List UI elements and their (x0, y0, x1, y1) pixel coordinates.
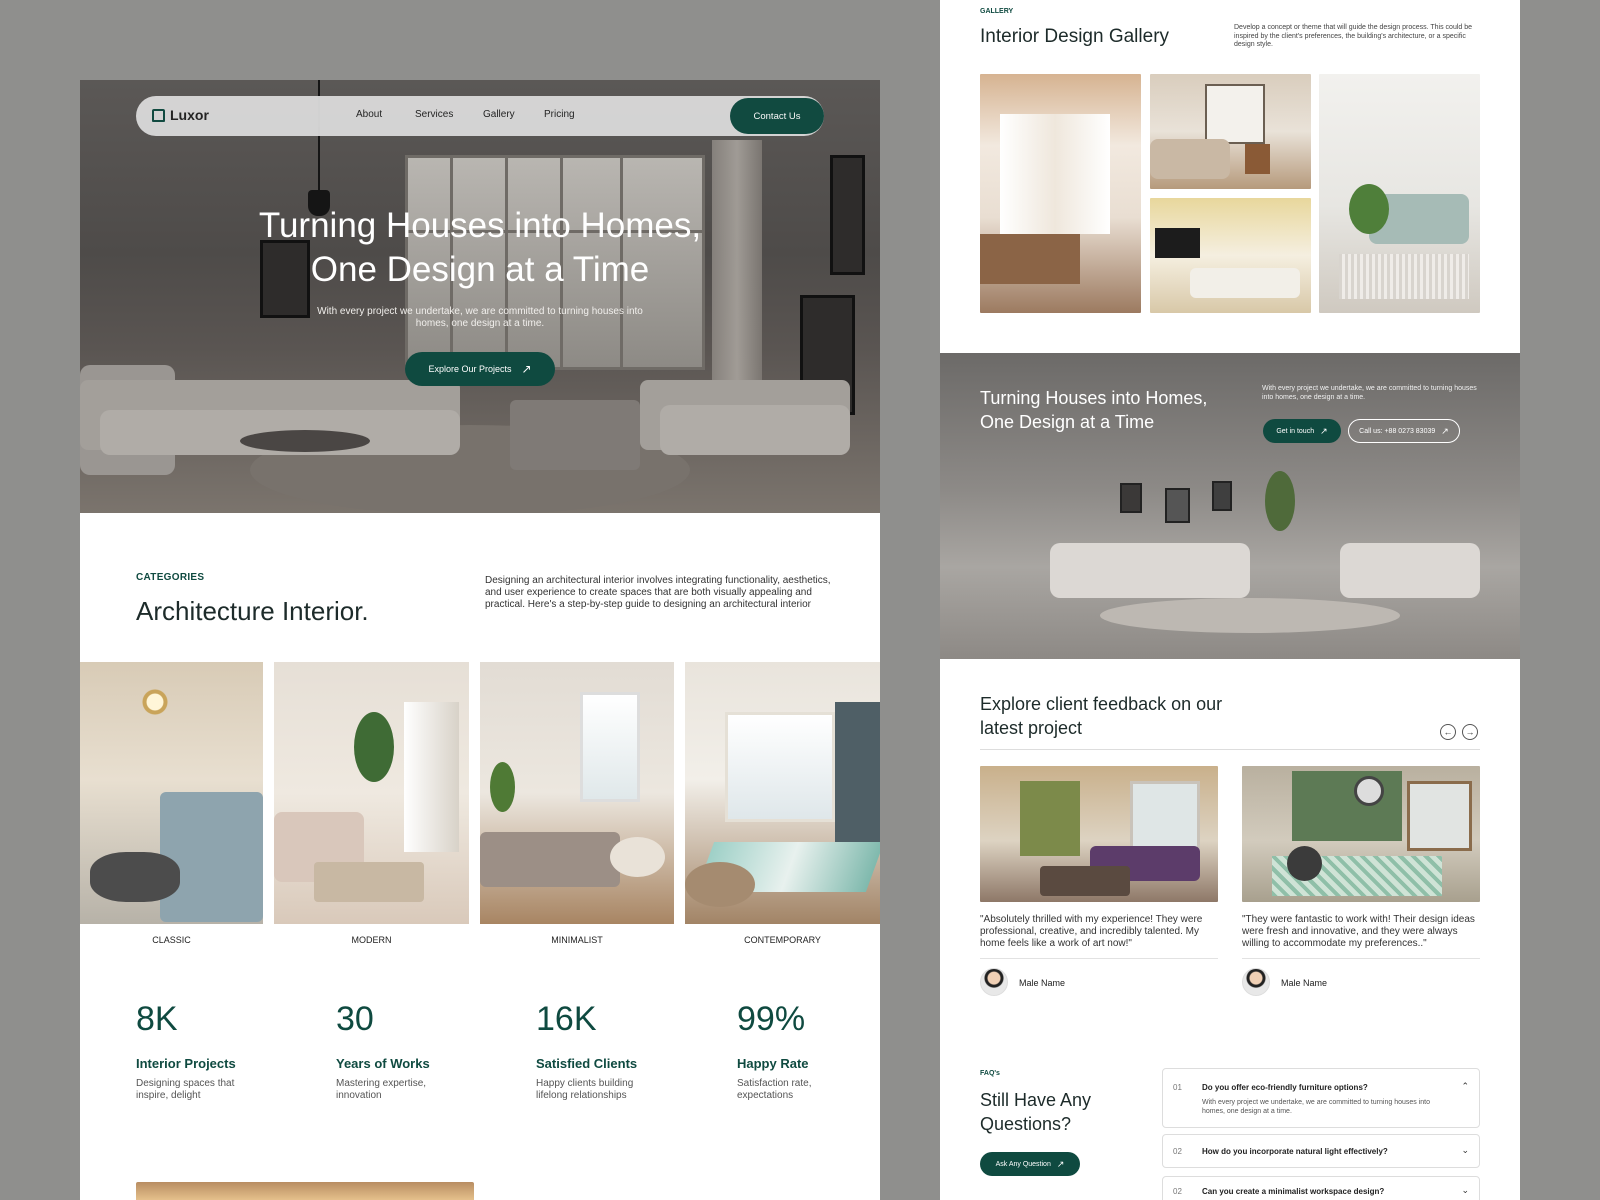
divider (980, 958, 1218, 959)
contact-us-button[interactable]: Contact Us (730, 98, 824, 134)
hero-section: Luxor About Services Gallery Pricing Con… (80, 80, 880, 513)
faq-number: 02 (1173, 1187, 1182, 1196)
coffee-table-image (240, 430, 370, 452)
avatar (980, 968, 1008, 996)
room-image-classic[interactable] (80, 662, 263, 924)
ask-question-button[interactable]: Ask Any Question ↗ (980, 1152, 1080, 1176)
get-in-touch-button[interactable]: Get in touch ↗ (1263, 419, 1341, 443)
room-image-modern[interactable] (274, 662, 469, 924)
call-us-button[interactable]: Call us: +88 0273 83039 ↗ (1348, 419, 1460, 443)
avatar (1242, 968, 1270, 996)
stat-title: Years of Works (336, 1056, 430, 1071)
testimonial-quote: "They were fantastic to work with! Their… (1242, 914, 1475, 949)
faq-title: Still Have Any Questions? (980, 1090, 1092, 1134)
stat-title: Interior Projects (136, 1056, 236, 1071)
arrow-up-right-icon: ↗ (1056, 1158, 1065, 1169)
feedback-title-line1: Explore client feedback on our (980, 694, 1223, 714)
stat-value: 16K (536, 1000, 597, 1038)
brand-logo[interactable]: Luxor (152, 107, 209, 123)
room-label-minimalist: MINIMALIST (551, 935, 603, 945)
nav-link-gallery[interactable]: Gallery (483, 109, 515, 120)
faq-number: 01 (1173, 1083, 1182, 1092)
stat-value: 8K (136, 1000, 178, 1038)
gallery-image-reading-corner[interactable] (1319, 74, 1480, 313)
room-image-contemporary[interactable] (685, 662, 880, 924)
brand-name: Luxor (170, 107, 209, 123)
categories-tag: CATEGORIES (136, 572, 205, 583)
next-section-image (136, 1182, 474, 1200)
gallery-image-living[interactable] (1150, 74, 1311, 189)
landing-page: Luxor About Services Gallery Pricing Con… (80, 80, 880, 1200)
faq-answer: With every project we undertake, we are … (1202, 1099, 1430, 1115)
hero-subtitle: With every project we undertake, we are … (317, 306, 643, 329)
home-logo-icon (152, 109, 165, 122)
faq-question: How do you incorporate natural light eff… (1202, 1147, 1388, 1156)
ottoman-image (510, 400, 640, 470)
gallery-image-lounge[interactable] (1150, 198, 1311, 313)
feedback-title-line2: latest project (980, 718, 1083, 738)
room-label-modern: MODERN (351, 935, 392, 945)
ask-question-label: Ask Any Question (995, 1160, 1051, 1168)
stat-description: Happy clients building lifelong relation… (536, 1078, 634, 1101)
stat-title: Happy Rate (737, 1056, 809, 1071)
categories-description: Designing an architectural interior invo… (485, 575, 831, 610)
stat-value: 30 (336, 1000, 374, 1038)
faq-question: Can you create a minimalist workspace de… (1202, 1187, 1385, 1196)
gallery-page: GALLERY Interior Design Gallery Develop … (940, 0, 1520, 1200)
faq-item-expanded[interactable]: 01 Do you offer eco-friendly furniture o… (1162, 1068, 1480, 1128)
stat-description: Satisfaction rate, expectations (737, 1078, 812, 1101)
hero-title-line1: Turning Houses into Homes, (258, 206, 702, 245)
stat-description: Designing spaces that inspire, delight (136, 1078, 235, 1101)
gallery-tag: GALLERY (980, 8, 1014, 15)
explore-button-label: Explore Our Projects (428, 364, 512, 374)
divider (980, 749, 1480, 750)
room-label-contemporary: CONTEMPORARY (744, 935, 821, 945)
arrow-up-right-icon: ↗ (1441, 425, 1449, 436)
chevron-down-icon[interactable]: ⌄ (1461, 1145, 1469, 1156)
get-in-touch-label: Get in touch (1276, 427, 1315, 435)
gallery-image-bedroom[interactable] (980, 74, 1141, 313)
arrow-up-right-icon: ↗ (1320, 425, 1328, 436)
call-us-label: Call us: +88 0273 83039 (1359, 427, 1436, 435)
faq-item[interactable]: 02 Can you create a minimalist workspace… (1162, 1176, 1480, 1200)
feedback-image-1 (980, 766, 1218, 902)
reviewer-name: Male Name (1019, 978, 1066, 988)
hero-title-line2: One Design at a Time (310, 250, 650, 289)
nav-link-pricing[interactable]: Pricing (544, 109, 575, 120)
faq-tag: FAQ's (980, 1070, 1000, 1077)
stat-description: Mastering expertise, innovation (336, 1078, 427, 1101)
room-image-minimalist[interactable] (480, 662, 674, 924)
faq-number: 02 (1173, 1147, 1182, 1156)
wall-art-image (830, 155, 865, 275)
chevron-up-icon[interactable]: ⌃ (1461, 1081, 1469, 1092)
testimonial-quote: "Absolutely thrilled with my experience!… (980, 914, 1203, 949)
chevron-down-icon[interactable]: ⌄ (1461, 1185, 1469, 1196)
stat-title: Satisfied Clients (536, 1056, 638, 1071)
cta-section: Turning Houses into Homes, One Design at… (940, 353, 1520, 659)
cta-description: With every project we undertake, we are … (1262, 385, 1477, 401)
arrow-up-right-icon: ↗ (521, 362, 532, 376)
top-navbar: Luxor About Services Gallery Pricing Con… (136, 96, 824, 136)
gallery-title: Interior Design Gallery (980, 26, 1170, 47)
reviewer-name: Male Name (1281, 978, 1328, 988)
stat-value: 99% (737, 1000, 806, 1038)
gallery-description: Develop a concept or theme that will gui… (1234, 24, 1473, 48)
hero-title: Turning Houses into Homes, One Design at… (180, 204, 780, 292)
arrow-right-icon[interactable]: → (1462, 724, 1478, 740)
divider (1242, 958, 1480, 959)
nav-link-services[interactable]: Services (415, 109, 453, 120)
explore-projects-button[interactable]: Explore Our Projects ↗ (405, 352, 555, 386)
nav-link-about[interactable]: About (356, 109, 382, 120)
feedback-image-2 (1242, 766, 1480, 902)
faq-question: Do you offer eco-friendly furniture opti… (1202, 1083, 1368, 1092)
arrow-left-icon[interactable]: ← (1440, 724, 1456, 740)
cta-title: Turning Houses into Homes, One Design at… (980, 388, 1208, 432)
categories-title: Architecture Interior. (136, 596, 369, 626)
feedback-title: Explore client feedback on our latest pr… (980, 692, 1222, 740)
faq-item[interactable]: 02 How do you incorporate natural light … (1162, 1134, 1480, 1168)
room-label-classic: CLASSIC (152, 935, 191, 945)
